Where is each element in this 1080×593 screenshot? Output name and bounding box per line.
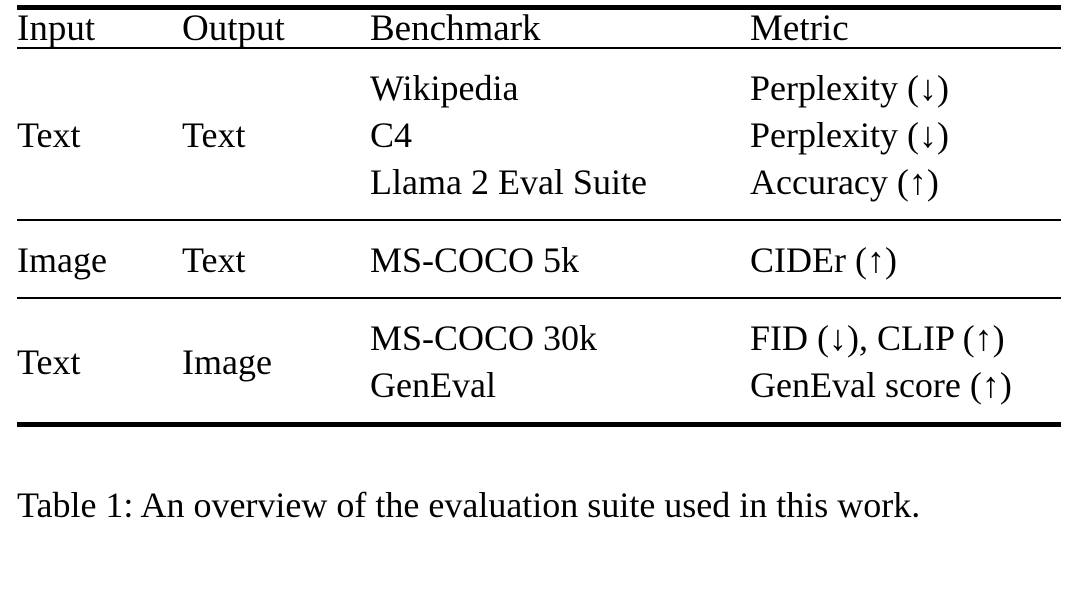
- metric-item: Perplexity (↓): [750, 68, 949, 108]
- metric-item: Perplexity (↓): [750, 115, 949, 155]
- benchmark-list: MS-COCO 5k: [370, 237, 750, 284]
- table-row: Text Text Wikipedia C4 Llama 2 Eval Suit…: [17, 48, 1061, 220]
- benchmark-item: MS-COCO 30k: [370, 318, 598, 358]
- metric-list: FID (↓), CLIP (↑) GenEval score (↑): [750, 315, 1061, 409]
- table-row: Image Text MS-COCO 5k CIDEr (↑): [17, 220, 1061, 298]
- column-header-metric: Metric: [750, 8, 849, 49]
- cell-input: Image: [17, 240, 107, 280]
- table-header-row: Input Output Benchmark Metric: [17, 7, 1061, 49]
- cell-output: Image: [182, 341, 272, 382]
- cell-input: Text: [17, 341, 81, 382]
- table-body: Text Text Wikipedia C4 Llama 2 Eval Suit…: [17, 48, 1061, 425]
- cell-metric: Perplexity (↓) Perplexity (↓) Accuracy (…: [750, 48, 1061, 220]
- metric-item: GenEval score (↑): [750, 365, 1012, 405]
- cell-metric: CIDEr (↑): [750, 220, 1061, 298]
- benchmark-item: C4: [370, 115, 413, 155]
- evaluation-suite-table: Input Output Benchmark Metric Text Text …: [17, 5, 1061, 427]
- benchmark-list: MS-COCO 30k GenEval: [370, 315, 750, 409]
- table-row: Text Image MS-COCO 30k GenEval FID (↓), …: [17, 298, 1061, 425]
- column-header-output: Output: [182, 8, 285, 49]
- cell-output: Text: [182, 240, 246, 280]
- evaluation-suite-table-container: Input Output Benchmark Metric Text Text …: [17, 5, 1061, 427]
- metric-list: Perplexity (↓) Perplexity (↓) Accuracy (…: [750, 65, 1061, 206]
- metric-item: Accuracy (↑): [750, 162, 939, 202]
- benchmark-item: GenEval: [370, 365, 496, 405]
- metric-item: FID (↓), CLIP (↑): [750, 318, 1005, 358]
- cell-metric: FID (↓), CLIP (↑) GenEval score (↑): [750, 298, 1061, 425]
- cell-input: Text: [17, 115, 81, 155]
- cell-benchmark: MS-COCO 5k: [370, 220, 750, 298]
- benchmark-item: MS-COCO 5k: [370, 240, 580, 280]
- table-figure-page: Input Output Benchmark Metric Text Text …: [0, 0, 1080, 593]
- column-header-input: Input: [17, 8, 96, 49]
- benchmark-item: Llama 2 Eval Suite: [370, 162, 647, 202]
- cell-benchmark: Wikipedia C4 Llama 2 Eval Suite: [370, 48, 750, 220]
- benchmark-item: Wikipedia: [370, 68, 519, 108]
- benchmark-list: Wikipedia C4 Llama 2 Eval Suite: [370, 65, 750, 206]
- cell-output: Text: [182, 115, 246, 155]
- metric-item: CIDEr (↑): [750, 240, 897, 280]
- table-header: Input Output Benchmark Metric: [17, 7, 1061, 49]
- metric-list: CIDEr (↑): [750, 237, 1061, 284]
- column-header-benchmark: Benchmark: [370, 8, 541, 49]
- cell-benchmark: MS-COCO 30k GenEval: [370, 298, 750, 425]
- table-caption: Table 1: An overview of the evaluation s…: [17, 485, 921, 525]
